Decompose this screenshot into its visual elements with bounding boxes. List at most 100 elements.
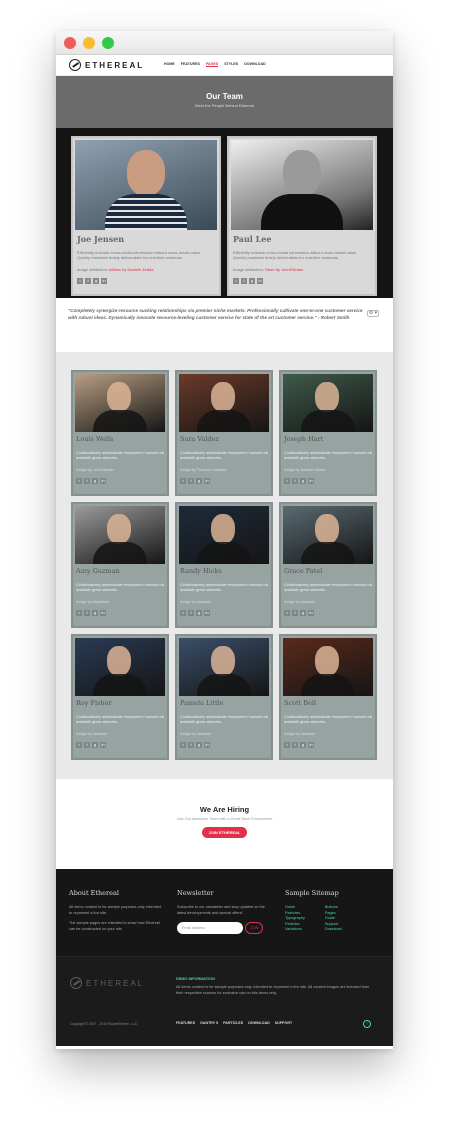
nav-item-home[interactable]: HOME [164,62,175,67]
footer-nav-item[interactable]: SUPPORT [275,1021,292,1025]
facebook-icon[interactable]: f [292,477,298,484]
logo-text: ETHEREAL [86,978,145,988]
twitter-icon[interactable]: t [233,277,239,284]
twitter-icon[interactable]: t [180,609,186,616]
sitemap-link[interactable]: Typography [285,916,305,920]
credit-link[interactable]: carawolf [197,600,211,604]
linkedin-icon[interactable]: in [308,477,314,484]
google-plus-icon[interactable]: g [249,277,255,284]
close-window-button[interactable] [64,37,76,49]
twitter-icon[interactable]: t [76,609,82,616]
footer-nav-item[interactable]: DOWNLOAD [248,1021,270,1025]
facebook-icon[interactable]: f [188,609,194,616]
google-plus-icon[interactable]: g [300,477,306,484]
google-plus-icon[interactable]: g [92,741,98,748]
facebook-icon[interactable]: f [84,609,90,616]
image-credit: Image by carawolf [76,731,107,736]
twitter-icon[interactable]: t [76,477,82,484]
facebook-icon[interactable]: f [84,477,90,484]
sitemap-link[interactable]: Features [285,911,305,915]
newsletter-join-button[interactable]: JOIN [245,922,264,934]
copyright-text: Copyright © 2007 - 2015 RocketTheme, LLC [70,1022,138,1026]
scroll-to-top-icon[interactable]: ↑ [363,1020,371,1028]
team-member-card: Sara Valdez Collaboratively administrate … [175,370,273,496]
credit-link[interactable]: carawolf [301,600,315,604]
sitemap-link[interactable]: Support [325,922,342,926]
facebook-icon[interactable]: f [241,277,247,284]
member-photo [283,506,373,564]
logo-text: ETHEREAL [85,60,145,70]
google-plus-icon[interactable]: g [300,741,306,748]
twitter-icon[interactable]: t [180,477,186,484]
linkedin-icon[interactable]: in [308,609,314,616]
twitter-icon[interactable]: t [77,277,83,284]
sitemap-link[interactable]: Download [325,927,342,931]
google-plus-icon[interactable]: g [196,609,202,616]
nav-item-pages[interactable]: PAGES [205,62,219,67]
facebook-icon[interactable]: f [292,741,298,748]
facebook-icon[interactable]: f [188,741,194,748]
sitemap-link[interactable]: Particles [285,922,305,926]
site-logo[interactable]: ETHEREAL [69,59,144,71]
twitter-icon[interactable]: t [284,477,290,484]
nav-item-download[interactable]: DOWNLOAD [244,62,266,67]
google-plus-icon[interactable]: g [196,477,202,484]
google-plus-icon[interactable]: g [196,741,202,748]
linkedin-icon[interactable]: in [100,741,106,748]
join-ethereal-button[interactable]: JOIN ETHEREAL [202,827,247,838]
team-member-card: Scott Bell Collaboratively administrate e… [279,634,377,760]
credit-link[interactable]: Thomas Leuthard [197,468,227,472]
footer-about: About Ethereal All demo content is for s… [69,889,161,937]
facebook-icon[interactable]: f [188,477,194,484]
member-name: Grace Patel [284,567,323,575]
footer-nav-item[interactable]: FEATURES [176,1021,195,1025]
linkedin-icon[interactable]: in [204,609,210,616]
twitter-icon[interactable]: t [284,741,290,748]
linkedin-icon[interactable]: in [257,277,263,284]
linkedin-icon[interactable]: in [100,609,106,616]
credit-link[interactable]: Abysdrain [92,600,109,604]
facebook-icon[interactable]: f [85,277,91,284]
google-plus-icon[interactable]: g [92,477,98,484]
credit-link[interactable]: carawolf [197,732,211,736]
settings-gear-icon[interactable]: ⚙ ▾ [367,310,379,317]
linkedin-icon[interactable]: in [308,741,314,748]
linkedin-icon[interactable]: in [101,277,107,284]
credit-link[interactable]: carawolf [93,732,107,736]
linkedin-icon[interactable]: in [204,741,210,748]
facebook-icon[interactable]: f [84,741,90,748]
facebook-icon[interactable]: f [292,609,298,616]
google-plus-icon[interactable]: g [300,609,306,616]
google-plus-icon[interactable]: g [92,609,98,616]
team-member-card: Joseph Hart Collaboratively administrate … [279,370,377,496]
member-photo [75,638,165,696]
credit-link[interactable]: JohnDNolan [93,468,114,472]
nav-item-features[interactable]: FEATURES [181,62,200,67]
credit-link[interactable]: carawolf [301,732,315,736]
footer-nav-item[interactable]: GANTRY 5 [200,1021,218,1025]
sitemap-link[interactable]: Home [285,905,305,909]
footer-nav-item[interactable]: PARTICLES [223,1021,243,1025]
maximize-window-button[interactable] [102,37,114,49]
sitemap-link[interactable]: Pages [325,911,342,915]
linkedin-icon[interactable]: in [100,477,106,484]
sitemap-link[interactable]: Buttons [325,905,342,909]
credit-link[interactable]: Daniele Zedda [301,468,326,472]
credit-link[interactable]: Store by JohnDNolan [265,267,303,272]
social-links: t f g in [76,477,164,484]
linkedin-icon[interactable]: in [204,477,210,484]
twitter-icon[interactable]: t [284,609,290,616]
google-plus-icon[interactable]: g [93,277,99,284]
newsletter-text: Subscribe to our newsletter and stay upd… [177,905,265,915]
twitter-icon[interactable]: t [180,741,186,748]
sitemap-link[interactable]: Guide [325,916,342,920]
twitter-icon[interactable]: t [76,741,82,748]
credit-link[interactable]: AMoss by Daniele Zedda [109,267,154,272]
member-photo [179,506,269,564]
minimize-window-button[interactable] [83,37,95,49]
email-input[interactable]: Email address [177,922,243,934]
sitemap-link[interactable]: Variations [285,927,305,931]
member-name: Sara Valdez [180,435,219,443]
nav-item-styles[interactable]: STYLES [224,62,238,67]
footer-logo[interactable]: ETHEREAL [70,977,144,989]
